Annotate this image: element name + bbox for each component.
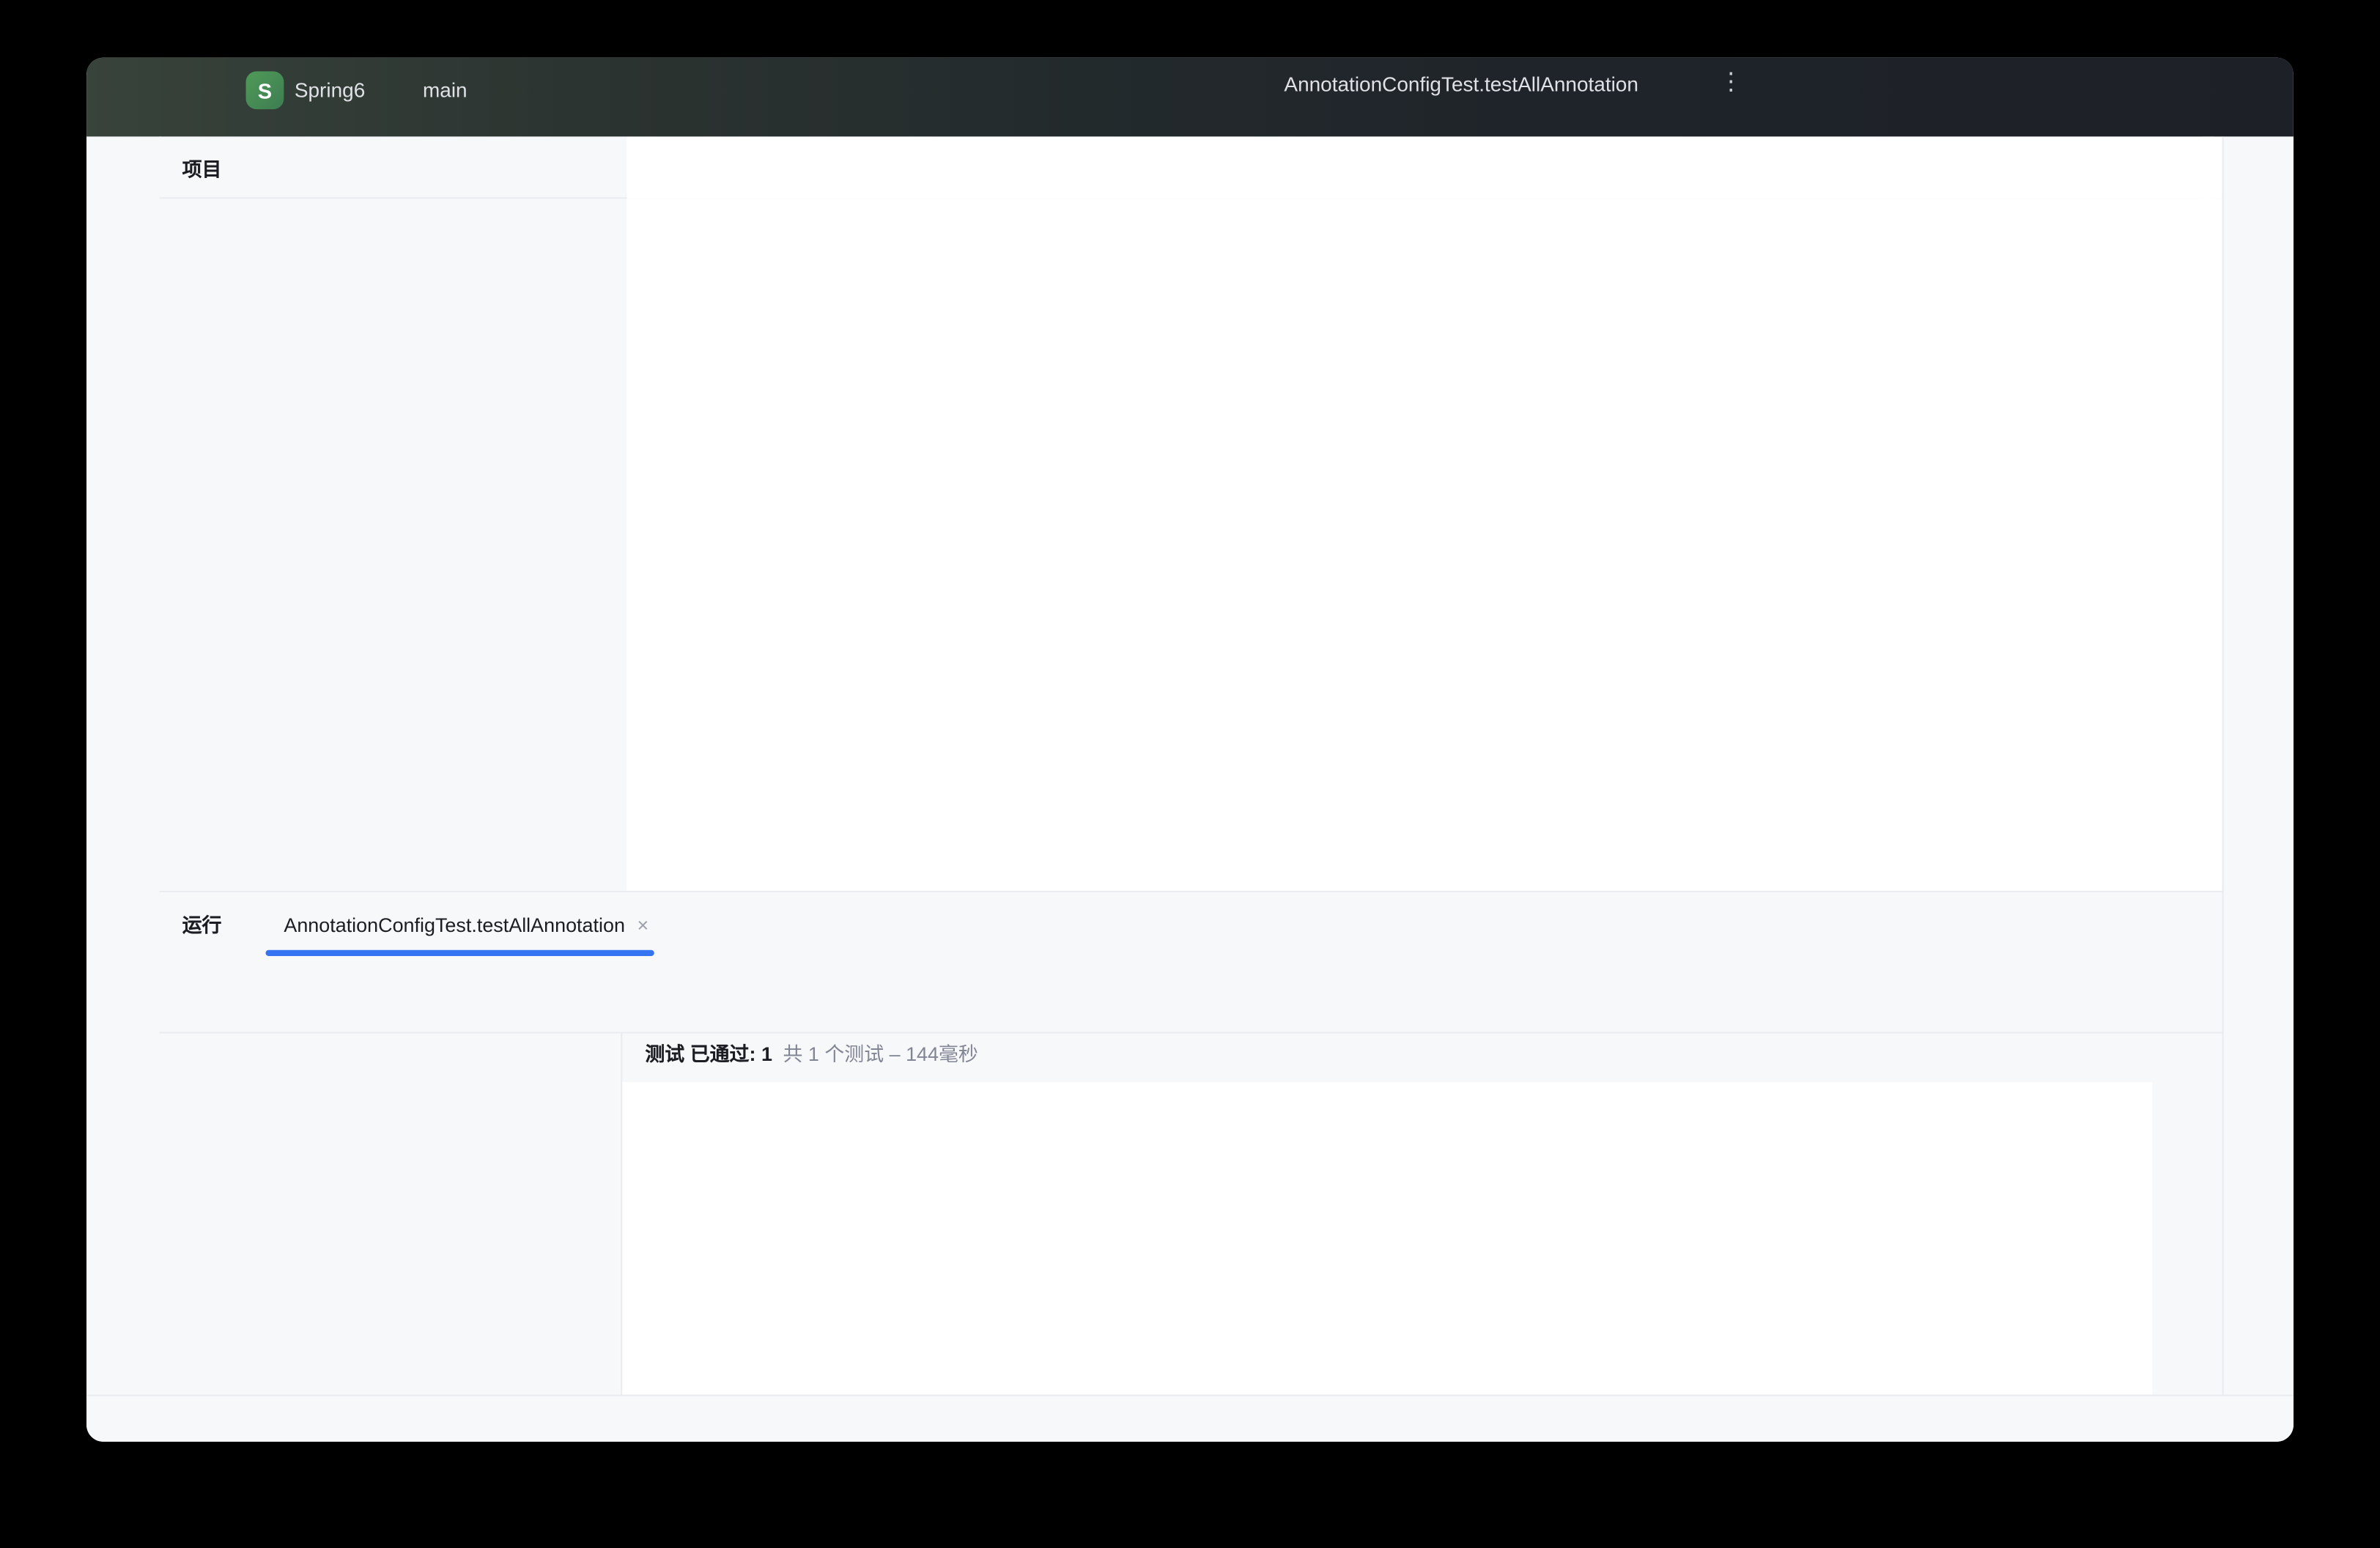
close-icon[interactable]: × — [638, 913, 649, 936]
code-editor[interactable] — [627, 199, 2224, 891]
project-tree — [160, 199, 627, 891]
project-widget[interactable]: Spring6 — [295, 79, 365, 102]
project-badge[interactable]: S — [246, 71, 284, 109]
test-console[interactable]: 测试 已通过: 1 共 1 个测试 – 144毫秒 — [622, 1034, 2152, 1398]
console-scroll-controls — [2152, 1034, 2223, 1398]
run-tab[interactable]: AnnotationConfigTest.testAllAnnotation × — [254, 892, 667, 956]
titlebar: S Spring6 main AnnotationConfigTest.test… — [86, 58, 2294, 137]
more-run-options-icon[interactable]: ⋮ — [1719, 71, 1743, 95]
run-tool-window-title[interactable]: 运行 — [182, 909, 222, 938]
right-tool-rail — [2222, 136, 2294, 1396]
run-tool-window: 运行 AnnotationConfigTest.testAllAnnotatio… — [160, 891, 2224, 1398]
test-results-tree — [160, 1034, 623, 1398]
run-configuration-selector[interactable]: AnnotationConfigTest.testAllAnnotation — [1284, 72, 1638, 95]
window-controls[interactable] — [106, 81, 190, 100]
project-panel-title[interactable]: 项目 — [182, 152, 222, 181]
close-window-button[interactable] — [106, 81, 126, 100]
desktop: S Spring6 main AnnotationConfigTest.test… — [0, 0, 2380, 1548]
maximize-window-button[interactable] — [170, 81, 190, 100]
console-output[interactable] — [622, 1082, 2152, 1398]
ide-window: S Spring6 main AnnotationConfigTest.test… — [86, 58, 2294, 1442]
status-bar — [86, 1395, 2294, 1442]
run-toolbar — [160, 958, 2224, 1034]
test-summary: 测试 已通过: 1 — [645, 1038, 772, 1067]
branch-widget[interactable]: main — [423, 79, 468, 102]
minimize-window-button[interactable] — [138, 81, 158, 100]
test-summary-detail: 共 1 个测试 – 144毫秒 — [783, 1038, 978, 1067]
left-tool-rail — [86, 136, 161, 1396]
editor-tab-bar — [627, 136, 2224, 200]
